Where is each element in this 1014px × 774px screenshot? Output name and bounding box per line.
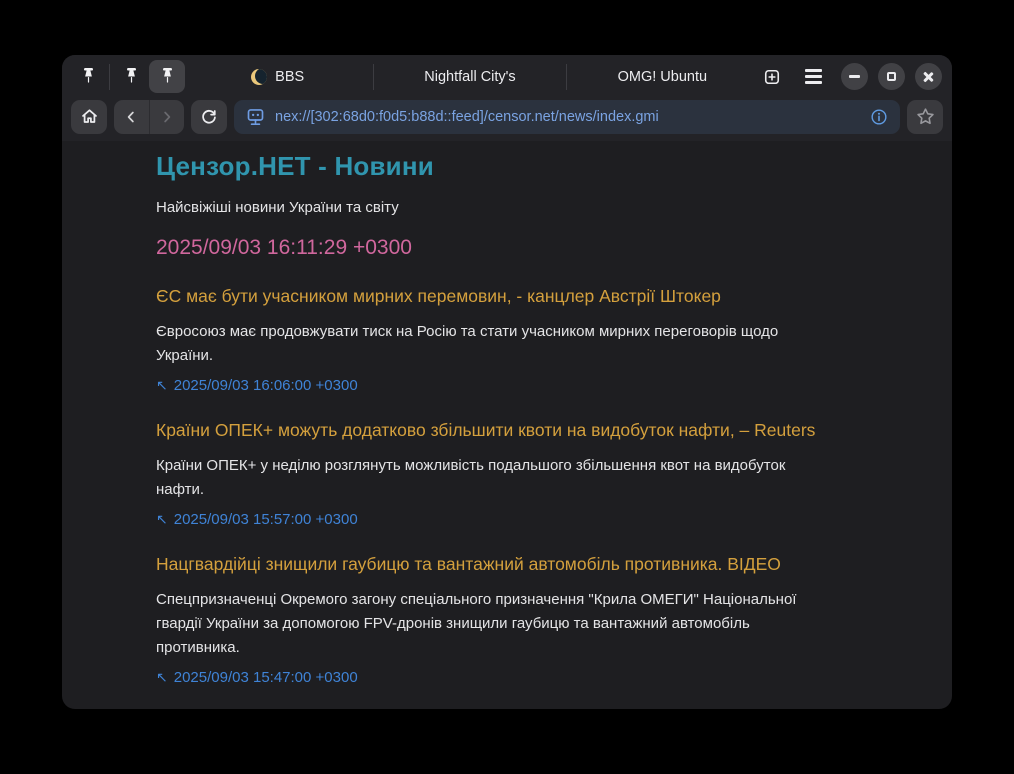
tab-bbs[interactable]: BBS xyxy=(185,55,370,98)
article-link-time: 2025/09/03 16:06:00 +0300 xyxy=(174,377,358,394)
pinned-tab-button-1[interactable] xyxy=(70,60,106,93)
article-summary: Євросоюз має продовжувати тиск на Росію … xyxy=(156,320,828,368)
page-subtitle: Найсвіжіші новини України та світу xyxy=(156,199,912,216)
browser-window: BBS Nightfall City's OMG! Ubuntu xyxy=(62,55,952,709)
tab-omg-ubuntu[interactable]: OMG! Ubuntu xyxy=(570,55,755,98)
url-input[interactable]: nex://[302:68d0:f0d5:b88d::feed]/censor.… xyxy=(234,100,900,134)
article-link[interactable]: ↖ 2025/09/03 15:47:00 +0300 xyxy=(156,669,912,686)
home-icon xyxy=(79,106,100,127)
pushpin-icon xyxy=(160,67,175,87)
tabbar-separator xyxy=(373,64,374,90)
article-summary: Спецпризначенці Окремого загону спеціаль… xyxy=(156,588,828,660)
pinned-tab-button-2[interactable] xyxy=(113,60,149,93)
tab-label: BBS xyxy=(275,69,304,85)
page-title: Цензор.НЕТ - Новини xyxy=(156,151,912,182)
close-icon xyxy=(922,71,934,83)
feed-timestamp-heading: 2025/09/03 16:11:29 +0300 xyxy=(156,236,912,260)
close-button[interactable] xyxy=(915,63,942,90)
reload-button[interactable] xyxy=(191,100,227,134)
forward-button[interactable] xyxy=(149,100,184,134)
northwest-arrow-icon: ↖ xyxy=(156,669,168,685)
hamburger-menu-icon xyxy=(805,69,822,83)
maximize-icon xyxy=(887,72,896,81)
northwest-arrow-icon: ↖ xyxy=(156,511,168,527)
chevron-right-icon xyxy=(158,108,176,126)
chevron-left-icon xyxy=(122,108,140,126)
back-button[interactable] xyxy=(114,100,149,134)
article-link[interactable]: ↖ 2025/09/03 16:06:00 +0300 xyxy=(156,377,912,394)
bookmark-button[interactable] xyxy=(907,100,943,134)
article-1: ЄС має бути учасником мирних перемовин, … xyxy=(156,286,912,394)
article-headline: Країни ОПЕК+ можуть додатково збільшити … xyxy=(156,420,912,441)
info-icon[interactable] xyxy=(869,107,889,127)
home-button[interactable] xyxy=(71,100,107,134)
menu-button[interactable] xyxy=(797,60,831,93)
article-headline: ЄС має бути учасником мирних перемовин, … xyxy=(156,286,912,307)
plus-square-icon xyxy=(762,67,782,87)
tab-nightfall-citys[interactable]: Nightfall City's xyxy=(377,55,562,98)
star-icon xyxy=(915,106,936,127)
crescent-moon-icon xyxy=(251,69,267,85)
pushpin-icon xyxy=(81,67,96,87)
tab-label: OMG! Ubuntu xyxy=(618,69,707,85)
reload-icon xyxy=(199,107,219,127)
article-3: Нацгвардійці знищили гаубицю та вантажни… xyxy=(156,554,912,686)
article-headline: Нацгвардійці знищили гаубицю та вантажни… xyxy=(156,554,912,575)
northwest-arrow-icon: ↖ xyxy=(156,377,168,393)
history-nav-group xyxy=(114,100,184,134)
tabbar-separator xyxy=(109,64,110,90)
article-2: Країни ОПЕК+ можуть додатково збільшити … xyxy=(156,420,912,528)
new-tab-button[interactable] xyxy=(755,60,789,93)
navigation-bar: nex://[302:68d0:f0d5:b88d::feed]/censor.… xyxy=(62,98,952,141)
article-summary: Країни ОПЕК+ у неділю розглянуть можливі… xyxy=(156,454,828,502)
tab-bar: BBS Nightfall City's OMG! Ubuntu xyxy=(62,55,952,98)
tab-label: Nightfall City's xyxy=(424,69,515,85)
article-link-time: 2025/09/03 15:47:00 +0300 xyxy=(174,669,358,686)
maximize-button[interactable] xyxy=(878,63,905,90)
minimize-icon xyxy=(849,75,860,77)
pushpin-icon xyxy=(124,67,139,87)
minimize-button[interactable] xyxy=(841,63,868,90)
article-link[interactable]: ↖ 2025/09/03 15:57:00 +0300 xyxy=(156,511,912,528)
tabbar-separator xyxy=(566,64,567,90)
article-link-time: 2025/09/03 15:57:00 +0300 xyxy=(174,511,358,528)
monitor-terminal-icon xyxy=(245,106,266,127)
url-text: nex://[302:68d0:f0d5:b88d::feed]/censor.… xyxy=(275,109,860,125)
browser-chrome: BBS Nightfall City's OMG! Ubuntu xyxy=(62,55,952,141)
pinned-tab-button-3[interactable] xyxy=(149,60,185,93)
page-content: Цензор.НЕТ - Новини Найсвіжіші новини Ук… xyxy=(62,141,952,686)
